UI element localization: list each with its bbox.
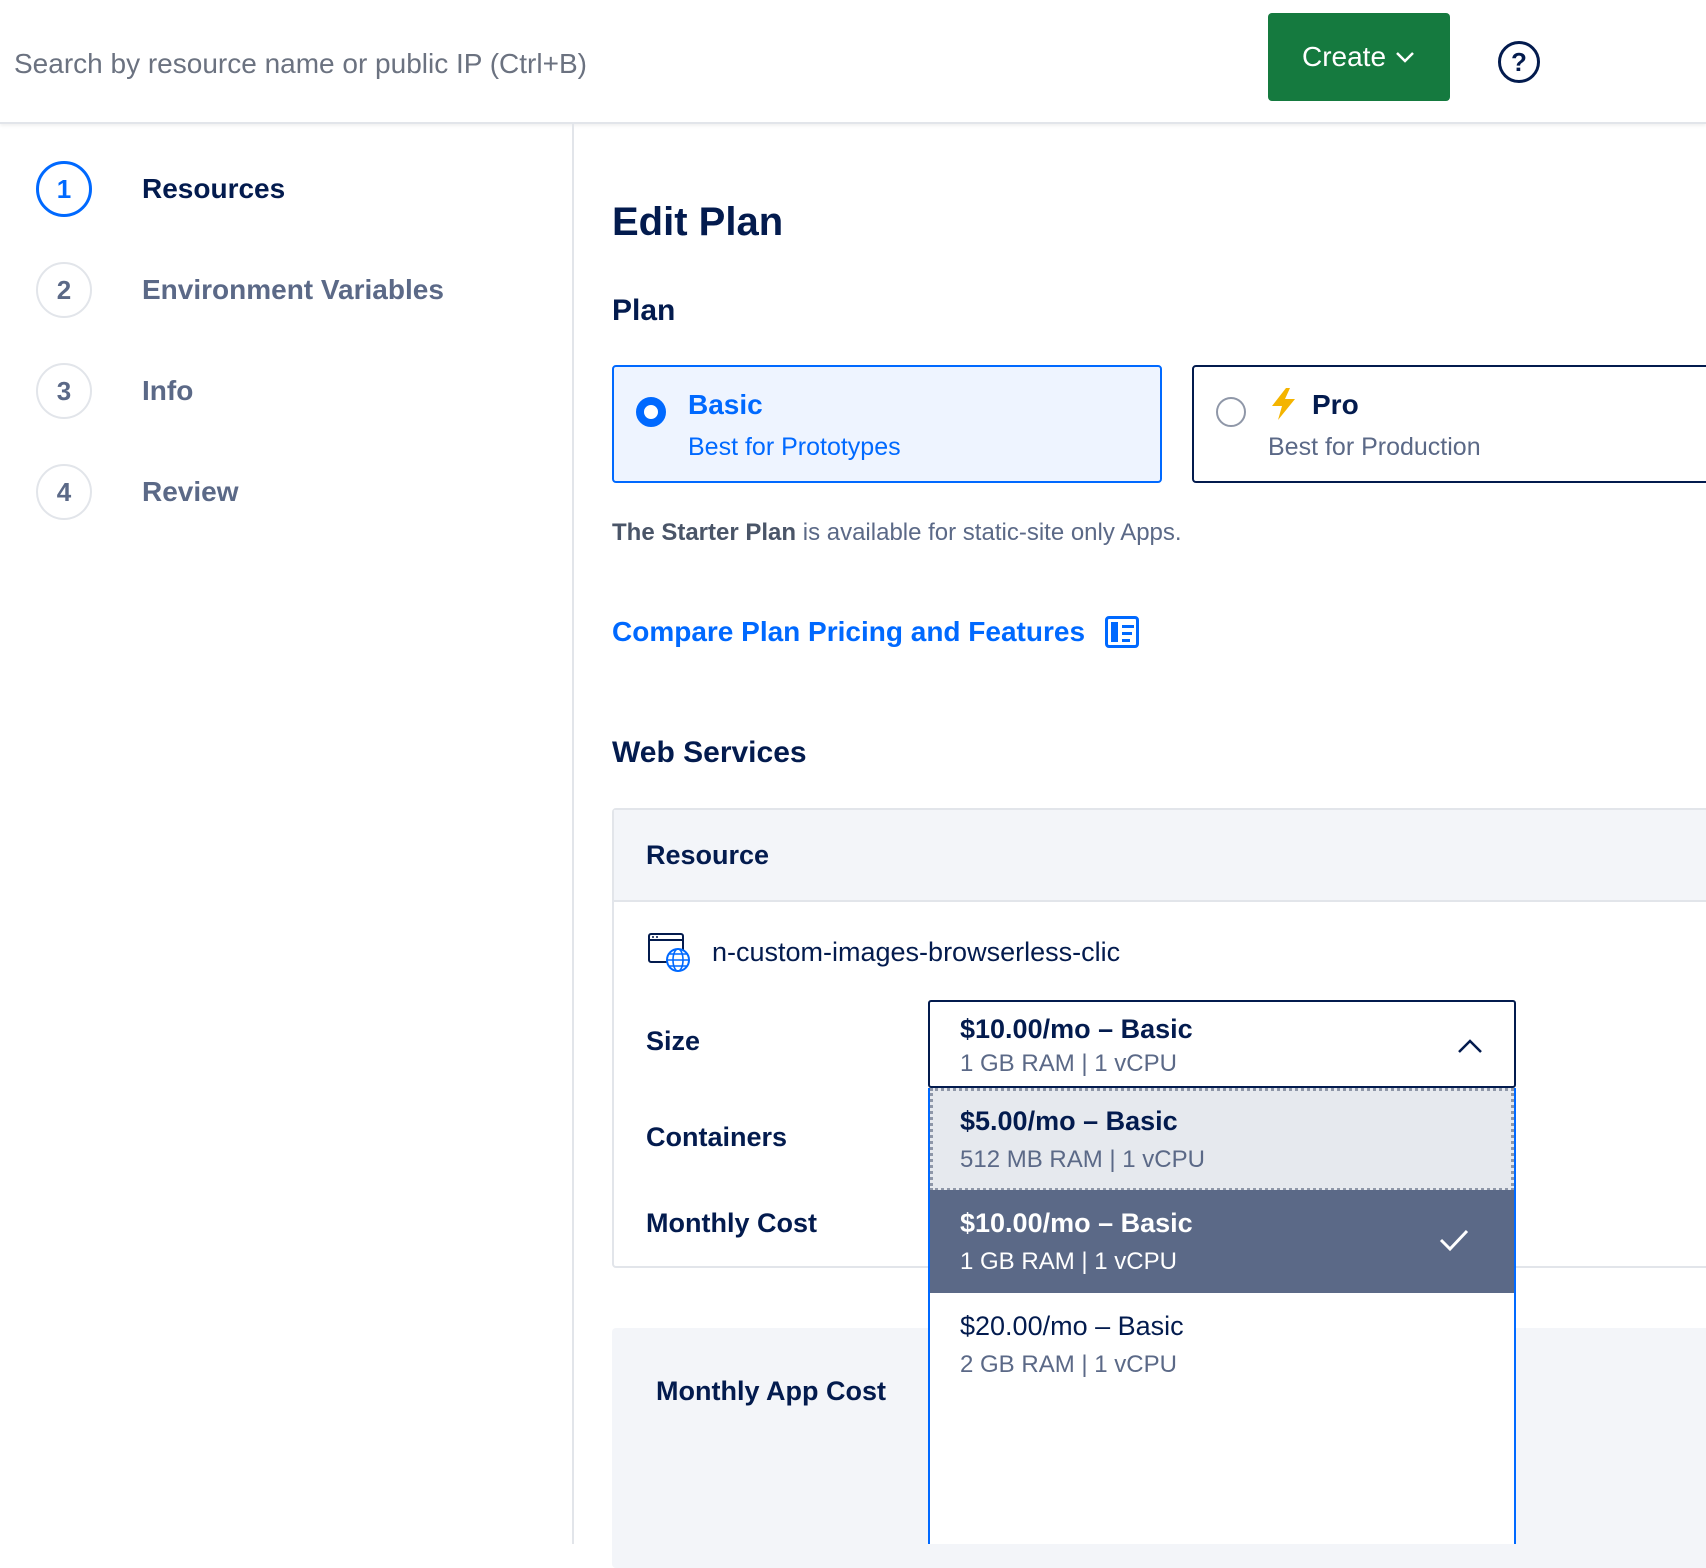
size-select[interactable]: $10.00/mo – Basic 1 GB RAM | 1 vCPU bbox=[928, 1000, 1516, 1088]
web-service-globe-icon bbox=[648, 933, 690, 972]
resource-row: n-custom-images-browserless-clic bbox=[648, 932, 1120, 972]
step-number: 4 bbox=[36, 464, 92, 520]
selected-size-price: $10.00/mo – Basic bbox=[960, 1014, 1193, 1044]
size-option-5[interactable]: $5.00/mo – Basic 512 MB RAM | 1 vCPU bbox=[930, 1088, 1514, 1191]
size-option-10[interactable]: $10.00/mo – Basic 1 GB RAM | 1 vCPU bbox=[930, 1190, 1514, 1293]
plan-name: Basic bbox=[688, 389, 763, 420]
plan-heading: Plan bbox=[612, 294, 676, 327]
chevron-up-icon bbox=[1458, 1039, 1482, 1053]
note-text: is available for static-site only Apps. bbox=[796, 519, 1182, 546]
option-price: $10.00/mo – Basic bbox=[960, 1208, 1193, 1238]
size-label: Size bbox=[646, 1026, 701, 1056]
checkmark-icon bbox=[1439, 1229, 1469, 1252]
step-info[interactable]: 3 Info bbox=[36, 362, 193, 420]
size-option-20[interactable]: $20.00/mo – Basic 2 GB RAM | 1 vCPU bbox=[930, 1293, 1514, 1396]
web-services-heading: Web Services bbox=[612, 736, 807, 769]
plan-name: Pro bbox=[1312, 389, 1359, 420]
step-review[interactable]: 4 Review bbox=[36, 463, 239, 521]
compare-link-label: Compare Plan Pricing and Features bbox=[612, 616, 1086, 647]
step-label: Resources bbox=[142, 173, 286, 204]
plan-card-basic[interactable]: Basic Best for Prototypes bbox=[612, 365, 1162, 483]
create-button[interactable]: Create bbox=[1268, 13, 1450, 101]
radio-unselected-icon[interactable] bbox=[1216, 397, 1246, 427]
plan-subtitle: Best for Production bbox=[1268, 433, 1481, 461]
resource-name: n-custom-images-browserless-clic bbox=[712, 936, 1121, 967]
step-environment-variables[interactable]: 2 Environment Variables bbox=[36, 261, 444, 319]
monthly-cost-label: Monthly Cost bbox=[646, 1208, 817, 1238]
step-label: Info bbox=[142, 375, 194, 406]
plan-card-pro[interactable]: Pro Best for Production bbox=[1192, 365, 1706, 483]
selected-size-spec: 1 GB RAM | 1 vCPU bbox=[960, 1050, 1177, 1077]
document-icon bbox=[1105, 616, 1140, 648]
option-spec: 2 GB RAM | 1 vCPU bbox=[960, 1351, 1177, 1378]
starter-plan-note: The Starter Plan is available for static… bbox=[612, 519, 1182, 547]
option-price: $5.00/mo – Basic bbox=[960, 1106, 1178, 1136]
monthly-app-cost-label: Monthly App Cost bbox=[656, 1376, 886, 1406]
option-price: $20.00/mo – Basic bbox=[960, 1311, 1184, 1341]
step-number: 2 bbox=[36, 262, 92, 318]
step-number: 1 bbox=[36, 161, 92, 217]
option-spec: 1 GB RAM | 1 vCPU bbox=[960, 1248, 1177, 1275]
step-number: 3 bbox=[36, 363, 92, 419]
create-button-label: Create bbox=[1301, 41, 1387, 72]
step-resources[interactable]: 1 Resources bbox=[36, 160, 285, 218]
lightning-bolt-icon bbox=[1272, 388, 1295, 420]
step-label: Environment Variables bbox=[142, 274, 444, 305]
note-bold: The Starter Plan bbox=[612, 519, 797, 546]
compare-pricing-link[interactable]: Compare Plan Pricing and Features bbox=[612, 616, 1140, 648]
page-title: Edit Plan bbox=[612, 200, 784, 244]
containers-label: Containers bbox=[646, 1122, 788, 1152]
wizard-steps: 1 Resources 2 Environment Variables 3 In… bbox=[0, 124, 574, 1544]
chevron-down-icon bbox=[1396, 52, 1414, 63]
radio-selected-icon[interactable] bbox=[636, 397, 666, 427]
step-label: Review bbox=[142, 476, 239, 507]
search-input[interactable]: Search by resource name or public IP (Ct… bbox=[14, 48, 587, 80]
size-dropdown-menu: $5.00/mo – Basic 512 MB RAM | 1 vCPU $10… bbox=[928, 1088, 1516, 1544]
plan-subtitle: Best for Prototypes bbox=[688, 433, 901, 461]
top-bar: Search by resource name or public IP (Ct… bbox=[0, 0, 1706, 124]
help-icon[interactable]: ? bbox=[1498, 41, 1540, 83]
table-header: Resource bbox=[614, 810, 1706, 902]
option-spec: 512 MB RAM | 1 vCPU bbox=[960, 1146, 1205, 1173]
